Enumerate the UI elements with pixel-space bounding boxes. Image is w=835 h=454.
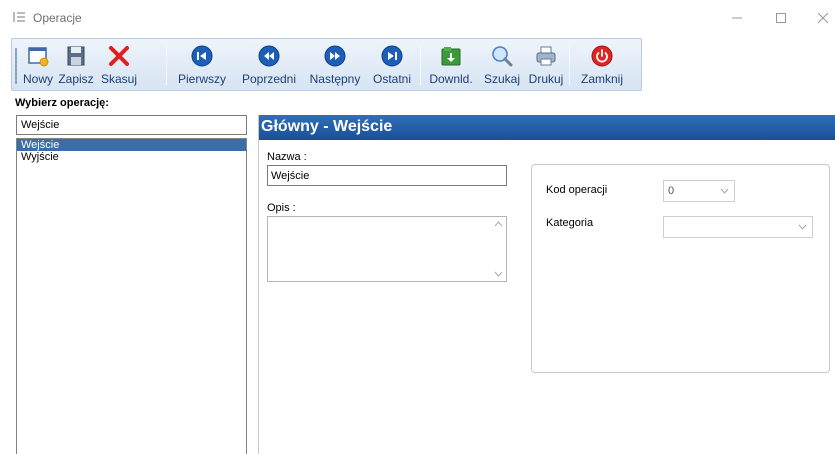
last-record-label: Ostatni <box>372 72 411 86</box>
toolbar-separator <box>420 45 421 85</box>
detail-panel: Główny - Wejście Nazwa : Opis : Kod oper… <box>258 115 835 454</box>
new-button-label: Nowy <box>22 72 53 86</box>
search-button[interactable]: Szukaj <box>481 41 523 88</box>
new-document-icon <box>25 43 51 69</box>
name-label: Nazwa : <box>267 151 307 163</box>
operation-list[interactable]: Wejście Wyjście <box>16 138 247 454</box>
operation-select-label: Wybierz operację: <box>15 97 109 109</box>
window-title: Operacje <box>33 11 82 25</box>
operation-search-input[interactable] <box>16 115 247 135</box>
close-button[interactable]: Zamknij <box>574 41 630 88</box>
name-field[interactable] <box>267 165 507 186</box>
list-item[interactable]: Wyjście <box>17 151 246 163</box>
title-bar: Operacje <box>0 0 835 34</box>
chevron-down-icon <box>715 182 733 200</box>
print-icon <box>533 43 559 69</box>
last-record-icon <box>379 43 405 69</box>
first-record-button[interactable]: Pierwszy <box>172 41 232 88</box>
chevron-down-icon <box>793 218 811 236</box>
toolbar-grip[interactable] <box>15 48 17 84</box>
new-button[interactable]: Nowy <box>21 41 55 88</box>
delete-x-icon <box>106 43 132 69</box>
last-record-button[interactable]: Ostatni <box>368 41 416 88</box>
description-field[interactable] <box>267 216 507 282</box>
list-item[interactable]: Wejście <box>17 139 246 151</box>
category-label: Kategoria <box>546 217 594 229</box>
download-button-label: Downld. <box>429 72 473 86</box>
close-icon <box>817 12 829 24</box>
minimize-icon <box>732 17 742 19</box>
app-menu-icon <box>12 10 26 24</box>
description-scrollbar[interactable] <box>490 217 506 281</box>
previous-record-icon <box>256 43 282 69</box>
delete-button-label: Skasuj <box>100 72 138 86</box>
description-label: Opis : <box>267 202 296 214</box>
operation-code-select[interactable]: 0 <box>663 180 735 202</box>
previous-record-button[interactable]: Poprzedni <box>235 41 303 88</box>
next-record-button[interactable]: Następny <box>304 41 366 88</box>
toolbar: Nowy Zapisz Skasuj Pierwszy Poprzedni Na… <box>11 38 642 91</box>
delete-button[interactable]: Skasuj <box>98 41 140 88</box>
next-record-label: Następny <box>309 72 361 86</box>
search-button-label: Szukaj <box>483 72 521 86</box>
close-window-button[interactable] <box>808 6 835 30</box>
operation-code-label: Kod operacji <box>546 184 608 196</box>
scroll-up-icon <box>494 221 502 227</box>
properties-group: Kod operacji 0 Kategoria <box>531 164 830 373</box>
category-select[interactable] <box>663 216 813 238</box>
toolbar-separator <box>569 45 570 85</box>
panel-header: Główny - Wejście <box>259 115 835 140</box>
scroll-down-icon <box>494 271 502 277</box>
toolbar-separator <box>166 45 167 85</box>
first-record-icon <box>189 43 215 69</box>
close-button-label: Zamknij <box>580 72 623 86</box>
minimize-button[interactable] <box>722 6 752 30</box>
save-button[interactable]: Zapisz <box>56 41 96 88</box>
print-button[interactable]: Drukuj <box>526 41 566 88</box>
previous-record-label: Poprzedni <box>241 72 297 86</box>
next-record-icon <box>322 43 348 69</box>
download-icon <box>438 43 464 69</box>
download-button[interactable]: Downld. <box>425 41 477 88</box>
splitter[interactable] <box>247 115 257 454</box>
save-button-label: Zapisz <box>58 72 94 86</box>
maximize-icon <box>776 13 786 23</box>
maximize-button[interactable] <box>766 6 796 30</box>
first-record-label: Pierwszy <box>177 72 226 86</box>
save-icon <box>63 43 89 69</box>
power-close-icon <box>589 43 615 69</box>
search-icon <box>489 43 515 69</box>
operation-code-value: 0 <box>668 185 675 197</box>
print-button-label: Drukuj <box>528 72 564 86</box>
